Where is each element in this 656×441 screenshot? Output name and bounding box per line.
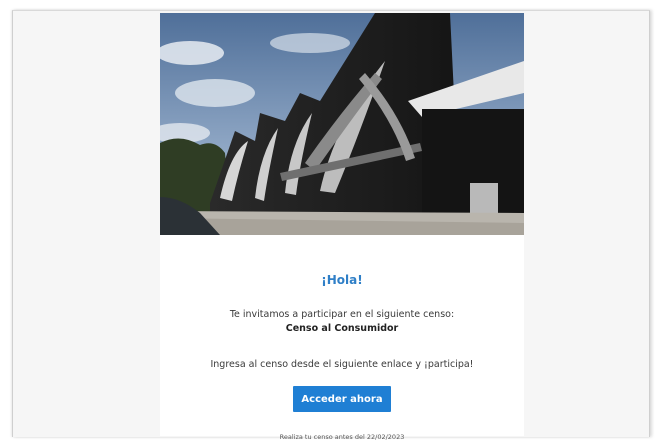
census-name: Censo al Consumidor <box>285 323 399 334</box>
access-now-button[interactable]: Acceder ahora <box>293 386 391 412</box>
link-instruction: Ingresa al censo desde el siguiente enla… <box>210 359 474 370</box>
email-card: ¡Hola! Te invitamos a participar en el s… <box>160 13 524 441</box>
deadline-note: Realiza tu censo antes del 22/02/2023 <box>279 433 405 441</box>
building-photo <box>160 13 524 235</box>
greeting-heading: ¡Hola! <box>321 273 363 287</box>
invite-text: Te invitamos a participar en el siguient… <box>229 309 455 320</box>
hero-image <box>160 13 524 235</box>
